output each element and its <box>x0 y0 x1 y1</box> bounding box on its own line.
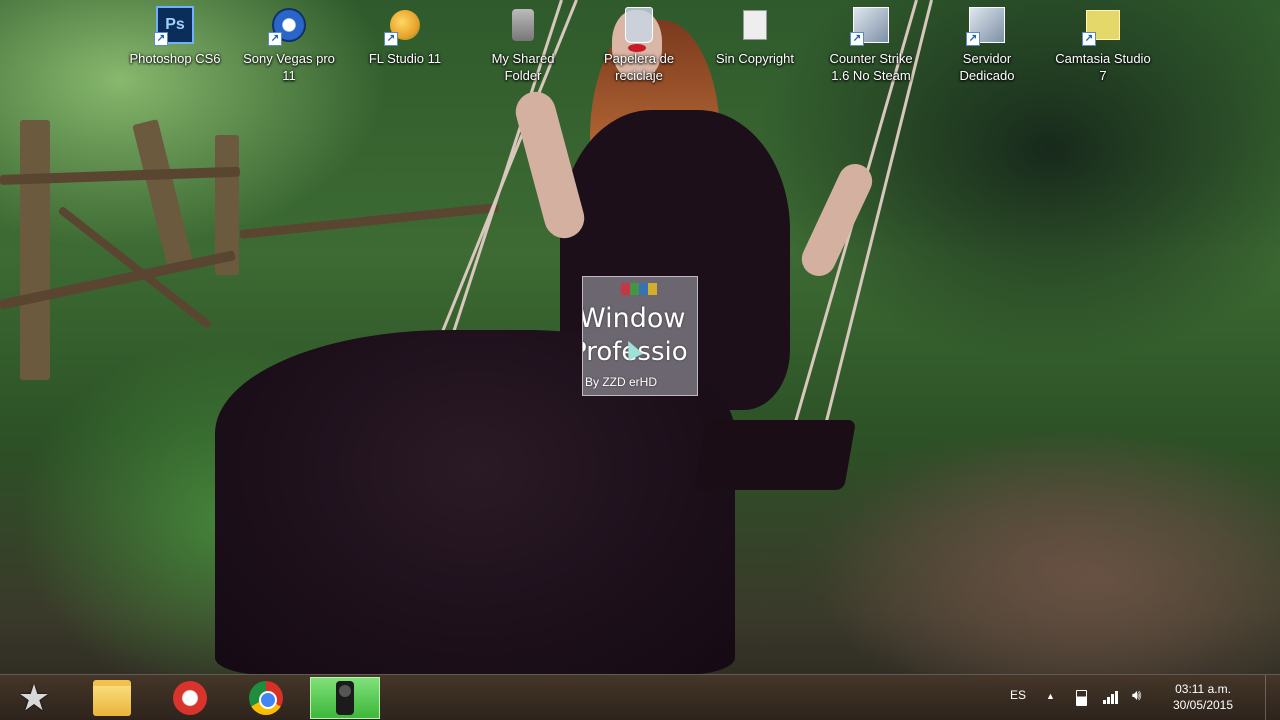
desktop-icon-label: Sony Vegas pro 11 <box>243 51 335 83</box>
shortcut-arrow-icon: ↗ <box>966 32 980 46</box>
clock-date: 30/05/2015 <box>1172 698 1234 712</box>
desktop-icon-sony-vegas[interactable]: ↗ Sony Vegas pro 11 <box>234 6 344 84</box>
ccleaner-button[interactable] <box>158 677 222 719</box>
desktop[interactable]: Ps ↗ Photoshop CS6 ↗ Sony Vegas pro 11 ↗… <box>0 0 1280 720</box>
shortcut-arrow-icon: ↗ <box>384 32 398 46</box>
shortcut-arrow-icon: ↗ <box>154 32 168 46</box>
desktop-icon-label: Papelera de reciclaje <box>603 51 675 83</box>
speaker-icon <box>512 9 534 41</box>
show-desktop-button[interactable] <box>1265 675 1280 720</box>
chrome-icon <box>249 681 283 715</box>
desktop-icon-fl-studio[interactable]: ↗ FL Studio 11 <box>350 6 460 67</box>
language-indicator[interactable]: ES <box>1010 688 1026 702</box>
explorer-button[interactable] <box>80 677 144 719</box>
desktop-icon-recycle-bin[interactable]: Papelera de reciclaje <box>584 6 694 84</box>
desktop-icon-label: Sin Copyright <box>715 51 795 66</box>
clock-time: 03:11 a.m. <box>1175 682 1231 696</box>
desktop-icon-shared-folder[interactable]: My Shared Folder <box>468 6 578 84</box>
clock[interactable]: 03:11 a.m. 30/05/2015 <box>1166 681 1240 713</box>
tile-text-line1: Window <box>582 303 686 334</box>
shortcut-arrow-icon: ↗ <box>268 32 282 46</box>
camera-icon <box>336 681 354 715</box>
desktop-icon-camtasia[interactable]: ↗ Camtasia Studio 7 <box>1048 6 1158 84</box>
dragged-desktop-tile[interactable]: Window Professio By ZZD erHD <box>582 276 698 396</box>
desktop-icon-label: Photoshop CS6 <box>129 51 221 66</box>
shortcut-arrow-icon: ↗ <box>1082 32 1096 46</box>
chrome-button[interactable] <box>234 677 298 719</box>
shortcut-arrow-icon: ↗ <box>850 32 864 46</box>
star-icon: ★ <box>17 677 51 718</box>
folder-icon <box>93 680 131 716</box>
tile-text-line3: By ZZD erHD <box>585 375 657 389</box>
recorder-button[interactable] <box>310 677 380 719</box>
desktop-icon-counter-strike[interactable]: ↗ Counter Strike 1.6 No Steam <box>816 6 926 84</box>
desktop-icon-label: My Shared Folder <box>491 51 555 83</box>
file-icon <box>743 10 767 40</box>
taskbar: ★ ES ▲ 🔊︎ 03:11 a.m. 30/05/2015 <box>0 674 1280 720</box>
desktop-icon-sin-copyright[interactable]: Sin Copyright <box>700 6 810 67</box>
desktop-icon-label: Servidor Dedicado <box>959 51 1015 83</box>
desktop-icon-photoshop[interactable]: Ps ↗ Photoshop CS6 <box>120 6 230 67</box>
desktop-icon-label: Camtasia Studio 7 <box>1055 51 1151 83</box>
network-signal-icon[interactable] <box>1103 690 1118 704</box>
recycle-bin-icon <box>625 7 653 43</box>
ccleaner-icon <box>173 681 207 715</box>
windows-logo-icon <box>621 283 657 295</box>
desktop-icon-label: Counter Strike 1.6 No Steam <box>829 51 913 83</box>
battery-icon[interactable] <box>1076 690 1087 706</box>
volume-icon[interactable]: 🔊︎ <box>1132 687 1141 704</box>
desktop-icon-servidor-dedicado[interactable]: ↗ Servidor Dedicado <box>932 6 1042 84</box>
desktop-icon-label: FL Studio 11 <box>368 51 442 66</box>
show-hidden-icons-button[interactable]: ▲ <box>1046 691 1055 701</box>
start-button[interactable]: ★ <box>2 677 66 719</box>
